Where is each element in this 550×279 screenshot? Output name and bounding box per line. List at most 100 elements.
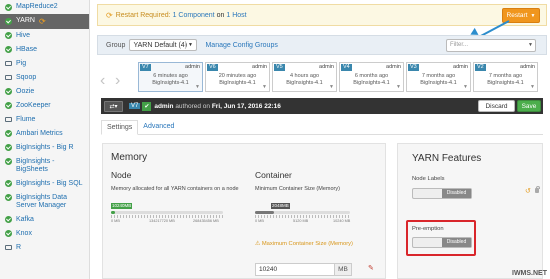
version-user: admin <box>252 64 267 70</box>
slider-tick-label: 0 MB <box>111 219 120 223</box>
slider-track <box>255 211 350 214</box>
sidebar-item-label: Hive <box>16 31 31 39</box>
max-container-label: Maximum Container Size (Memory) <box>261 241 353 247</box>
version-user: admin <box>185 64 200 70</box>
container-memory-slider[interactable]: 2048MB 0 MB 5120 MB 10240 MB <box>255 203 350 225</box>
sidebar-item-label: Kafka <box>16 215 34 223</box>
version-next-icon[interactable]: › <box>115 73 120 89</box>
sidebar-item-flume[interactable]: Flume <box>0 113 89 127</box>
sidebar-item-mapreduce2[interactable]: MapReduce2 <box>0 0 89 14</box>
version-card[interactable]: V2 admin 7 months ago BigInsights-4.1 ▼ <box>473 62 538 92</box>
version-card[interactable]: V3 admin 7 months ago BigInsights-4.1 ▼ <box>406 62 471 92</box>
laptop-icon <box>5 75 12 80</box>
sidebar-item-label: Ambari Metrics <box>16 129 63 137</box>
toggle-state: Disabled <box>442 189 471 198</box>
restart-alert: ⟳ Restart Required: 1 Component on 1 Hos… <box>97 4 547 26</box>
sidebar-item-oozie[interactable]: Oozie <box>0 85 89 99</box>
preemption-label: Pre-emption <box>412 226 444 232</box>
version-prev-icon[interactable]: ‹ <box>100 73 105 89</box>
version-number: V3 <box>408 64 419 71</box>
sidebar-item-biginsights-bigsheets[interactable]: BigInsights - BigSheets <box>0 155 89 177</box>
compare-dropdown[interactable]: ⇄▾ <box>104 100 123 112</box>
sidebar-item-label: BigInsights - BigSheets <box>16 157 55 173</box>
version-card[interactable]: V6 admin 20 minutes ago BigInsights-4.1 … <box>205 62 270 92</box>
authored-info: admin authored on Fri, Jun 17, 2016 22:1… <box>154 103 281 110</box>
laptop-icon <box>5 61 12 66</box>
alert-on-text: on <box>216 11 225 19</box>
watermark: IWMS.NET <box>512 270 547 277</box>
max-container-input[interactable]: 10240 <box>255 263 335 276</box>
unit-label: MB <box>334 263 352 276</box>
app-root: MapReduce2 YARN ⟳ Hive HBase Pig Sqoop O… <box>0 0 550 279</box>
version-action-bar: ⇄▾ V7 ✔ admin authored on Fri, Jun 17, 2… <box>101 98 543 114</box>
manage-config-groups-link[interactable]: Manage Config Groups <box>205 42 277 49</box>
sidebar-item-zookeeper[interactable]: ZooKeeper <box>0 99 89 113</box>
memory-panel: Memory Node Memory allocated for all YAR… <box>102 143 386 279</box>
node-memory-slider[interactable]: 10240MB 0 MB 134217720 MB 268435456 MB <box>111 203 223 225</box>
check-icon <box>5 180 12 187</box>
container-title: Container <box>255 170 292 180</box>
slider-tick-label: 134217720 MB <box>149 219 175 223</box>
filter-placeholder: Filter... <box>450 42 469 48</box>
check-icon <box>5 216 12 223</box>
components-link[interactable]: 1 Component <box>173 12 215 19</box>
sidebar-item-yarn[interactable]: YARN ⟳ <box>0 14 89 29</box>
check-icon <box>5 46 12 53</box>
check-icon <box>5 3 12 11</box>
discard-button[interactable]: Discard <box>478 100 515 112</box>
sidebar-item-biginsights-big-r[interactable]: BigInsights - Big R <box>0 141 89 155</box>
sidebar-item-knox[interactable]: Knox <box>0 227 89 241</box>
sidebar-item-label: Pig <box>16 59 27 67</box>
container-slider-badge: 2048MB <box>271 203 290 209</box>
sidebar-item-biginsights-big-sql[interactable]: BigInsights - Big SQL <box>0 177 89 191</box>
chevron-down-icon: ▼ <box>185 41 194 49</box>
toggle-state: Disabled <box>442 238 471 247</box>
slider-tick-label: 268435456 MB <box>193 219 219 223</box>
sidebar-item-kafka[interactable]: Kafka <box>0 213 89 227</box>
version-card[interactable]: V4 admin 6 months ago BigInsights-4.1 ▼ <box>339 62 404 92</box>
tab-advanced[interactable]: Advanced <box>138 120 179 134</box>
sidebar-item-label: BigInsights - Big R <box>16 143 74 151</box>
slider-track <box>111 211 223 214</box>
tab-settings[interactable]: Settings <box>101 120 139 135</box>
chevron-down-icon: ▼ <box>463 83 468 90</box>
sidebar-item-label: BigInsights - Big SQL <box>16 179 83 187</box>
sidebar-item-hbase[interactable]: HBase <box>0 43 89 57</box>
refresh-icon: ⟳ <box>38 16 46 26</box>
sidebar-item-r[interactable]: R <box>0 241 89 255</box>
slider-tick-label: 0 MB <box>255 219 264 223</box>
hosts-link[interactable]: 1 Host <box>226 12 246 19</box>
sidebar-item-biginsights-data-server-manager[interactable]: BigInsights Data Server Manager <box>0 191 89 213</box>
version-stack: BigInsights-4.1 <box>420 80 457 86</box>
version-user: admin <box>520 64 535 70</box>
undo-icon[interactable]: ↺ <box>525 187 531 195</box>
node-slider-badge: 10240MB <box>111 203 133 209</box>
filter-input[interactable]: Filter... ▼ <box>446 39 536 52</box>
pencil-icon[interactable]: ✎ <box>368 264 374 272</box>
sidebar-item-ambari-metrics[interactable]: Ambari Metrics <box>0 127 89 141</box>
warning-icon: ⚠ <box>255 241 261 247</box>
current-version-badge: V7 <box>129 103 141 109</box>
refresh-icon: ⟳ <box>106 10 113 20</box>
sidebar-item-hive[interactable]: Hive <box>0 29 89 43</box>
check-icon <box>5 17 12 25</box>
group-select[interactable]: YARN Default (4) ▼ <box>129 39 198 51</box>
node-labels-toggle[interactable]: Disabled <box>412 188 472 199</box>
check-icon <box>5 102 12 109</box>
preemption-toggle[interactable]: Disabled <box>412 237 472 248</box>
slider-tick-label: 5120 MB <box>293 219 309 223</box>
version-card[interactable]: V5 admin 4 hours ago BigInsights-4.1 ▼ <box>272 62 337 92</box>
slider-ticks <box>111 215 223 218</box>
sidebar-item-sqoop[interactable]: Sqoop <box>0 71 89 85</box>
group-selected: YARN Default (4) <box>133 41 188 49</box>
sidebar-item-label: Sqoop <box>16 73 37 81</box>
sidebar-item-label: HBase <box>16 45 38 53</box>
version-number: V5 <box>274 64 285 71</box>
version-number: V2 <box>475 64 486 71</box>
chevron-down-icon: ▼ <box>530 12 536 19</box>
sidebar-item-pig[interactable]: Pig <box>0 57 89 71</box>
save-button[interactable]: Save <box>517 100 541 112</box>
authored-text: authored on <box>175 102 211 110</box>
sidebar-item-label: ZooKeeper <box>16 101 51 109</box>
version-card[interactable]: V7 admin 6 minutes ago BigInsights-4.1 ▼ <box>138 62 203 92</box>
